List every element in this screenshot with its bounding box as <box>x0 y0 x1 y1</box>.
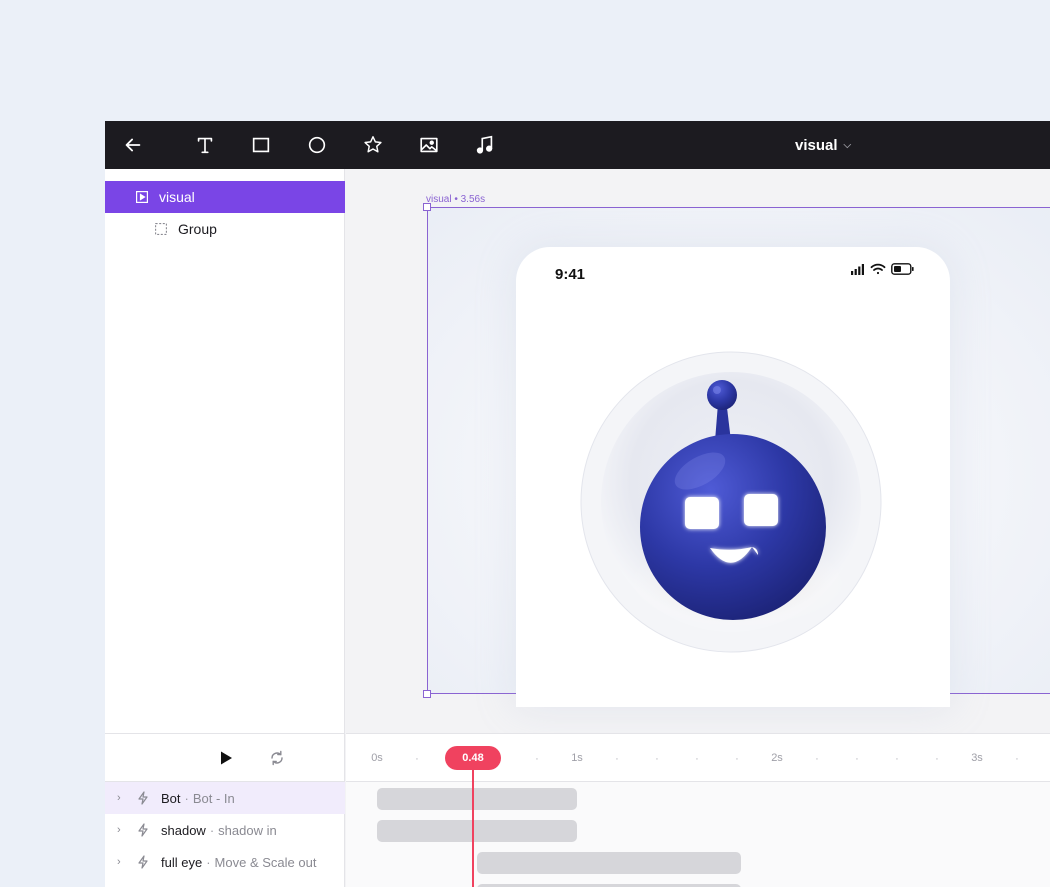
image-tool-icon[interactable] <box>417 133 441 157</box>
track-animation: shadow in <box>218 822 277 838</box>
resize-handle-top-left[interactable] <box>423 203 431 211</box>
editor-app: visual ⌵ visual Group visual • 3.56s 9:4… <box>105 121 1050 887</box>
tick-label: 0s <box>371 752 383 764</box>
document-title: visual <box>795 136 838 154</box>
animation-clip-shadow[interactable] <box>377 820 577 842</box>
tick-label: 2s <box>771 752 783 764</box>
track-name: shadow <box>161 822 206 838</box>
tick-dot: · <box>535 753 539 765</box>
track-name: full eye <box>161 854 203 870</box>
wifi-icon <box>870 263 886 275</box>
rectangle-tool-icon[interactable] <box>249 133 273 157</box>
text-tool-icon[interactable] <box>193 133 217 157</box>
battery-icon <box>891 263 914 275</box>
track-animation: Bot - In <box>192 790 235 806</box>
tick-dot: · <box>935 753 939 765</box>
document-title-dropdown[interactable]: visual ⌵ <box>795 121 851 169</box>
tick-dot: · <box>855 753 859 765</box>
chevron-right-icon[interactable]: › <box>117 792 127 804</box>
track-name: Bot <box>161 790 181 806</box>
timeline-controls <box>105 733 345 782</box>
tick-dot: · <box>1015 753 1019 765</box>
layer-label: visual <box>159 189 195 205</box>
canvas-area[interactable]: visual • 3.56s 9:41 <box>346 169 1050 733</box>
track-separator: · <box>209 822 215 838</box>
tick-dot: · <box>655 753 659 765</box>
track-row-full-eye[interactable]: › full eye · Move & Scale out <box>105 846 345 878</box>
resize-handle-bottom-left[interactable] <box>423 690 431 698</box>
animation-clip-full-eye[interactable] <box>477 852 741 874</box>
lightning-icon <box>137 823 151 837</box>
top-toolbar: visual ⌵ <box>105 121 1050 169</box>
frame-label: visual • 3.56s <box>426 194 486 205</box>
play-icon <box>221 751 232 765</box>
track-animation: Move & Scale out <box>214 854 317 870</box>
chevron-right-icon[interactable]: › <box>117 824 127 836</box>
phone-mockup: 9:41 <box>516 247 950 707</box>
signal-icon <box>851 263 864 275</box>
selected-frame[interactable]: 9:41 <box>423 203 1050 707</box>
layer-item-group[interactable]: Group <box>105 213 345 245</box>
track-row-shadow[interactable]: › shadow · shadow in <box>105 814 345 846</box>
tick-dot: · <box>695 753 699 765</box>
tick-dot: · <box>415 753 419 765</box>
star-tool-icon[interactable] <box>361 133 385 157</box>
phone-status-time: 9:41 <box>555 266 586 283</box>
track-separator: · <box>184 790 189 806</box>
track-clips-area <box>346 782 1050 887</box>
chevron-right-icon[interactable]: › <box>117 856 127 868</box>
track-list: › Bot · Bot - In › shadow · shadow in › … <box>105 782 345 887</box>
ellipse-tool-icon[interactable] <box>305 133 329 157</box>
layer-label: Group <box>178 221 217 237</box>
tick-label: 3s <box>971 752 983 764</box>
chevron-down-icon: ⌵ <box>843 139 852 151</box>
play-button[interactable] <box>217 749 235 767</box>
group-dashed-icon <box>154 222 168 236</box>
tick-dot: · <box>615 753 619 765</box>
layer-item-visual[interactable]: visual <box>105 181 345 213</box>
phone-status-icons <box>851 263 914 275</box>
loop-icon <box>271 750 283 766</box>
tick-dot: · <box>895 753 899 765</box>
layers-panel: visual Group <box>105 169 345 733</box>
timeline-ruler[interactable]: 0s · · 1s · · · · 2s · · · · 3s · 0.48 <box>346 733 1050 782</box>
lightning-icon <box>137 855 151 869</box>
play-frame-icon <box>135 190 149 204</box>
tick-dot: · <box>735 753 739 765</box>
track-row-bot[interactable]: › Bot · Bot - In <box>105 782 345 814</box>
lightning-icon <box>137 791 151 805</box>
tick-dot: · <box>815 753 819 765</box>
track-separator: · <box>206 854 211 870</box>
playhead-line[interactable] <box>472 765 474 887</box>
loop-button[interactable] <box>268 749 286 767</box>
tick-label: 1s <box>571 752 583 764</box>
audio-tool-icon[interactable] <box>473 133 497 157</box>
back-arrow-icon[interactable] <box>121 133 145 157</box>
animation-clip-bot[interactable] <box>377 788 577 810</box>
robot-illustration <box>580 351 882 653</box>
